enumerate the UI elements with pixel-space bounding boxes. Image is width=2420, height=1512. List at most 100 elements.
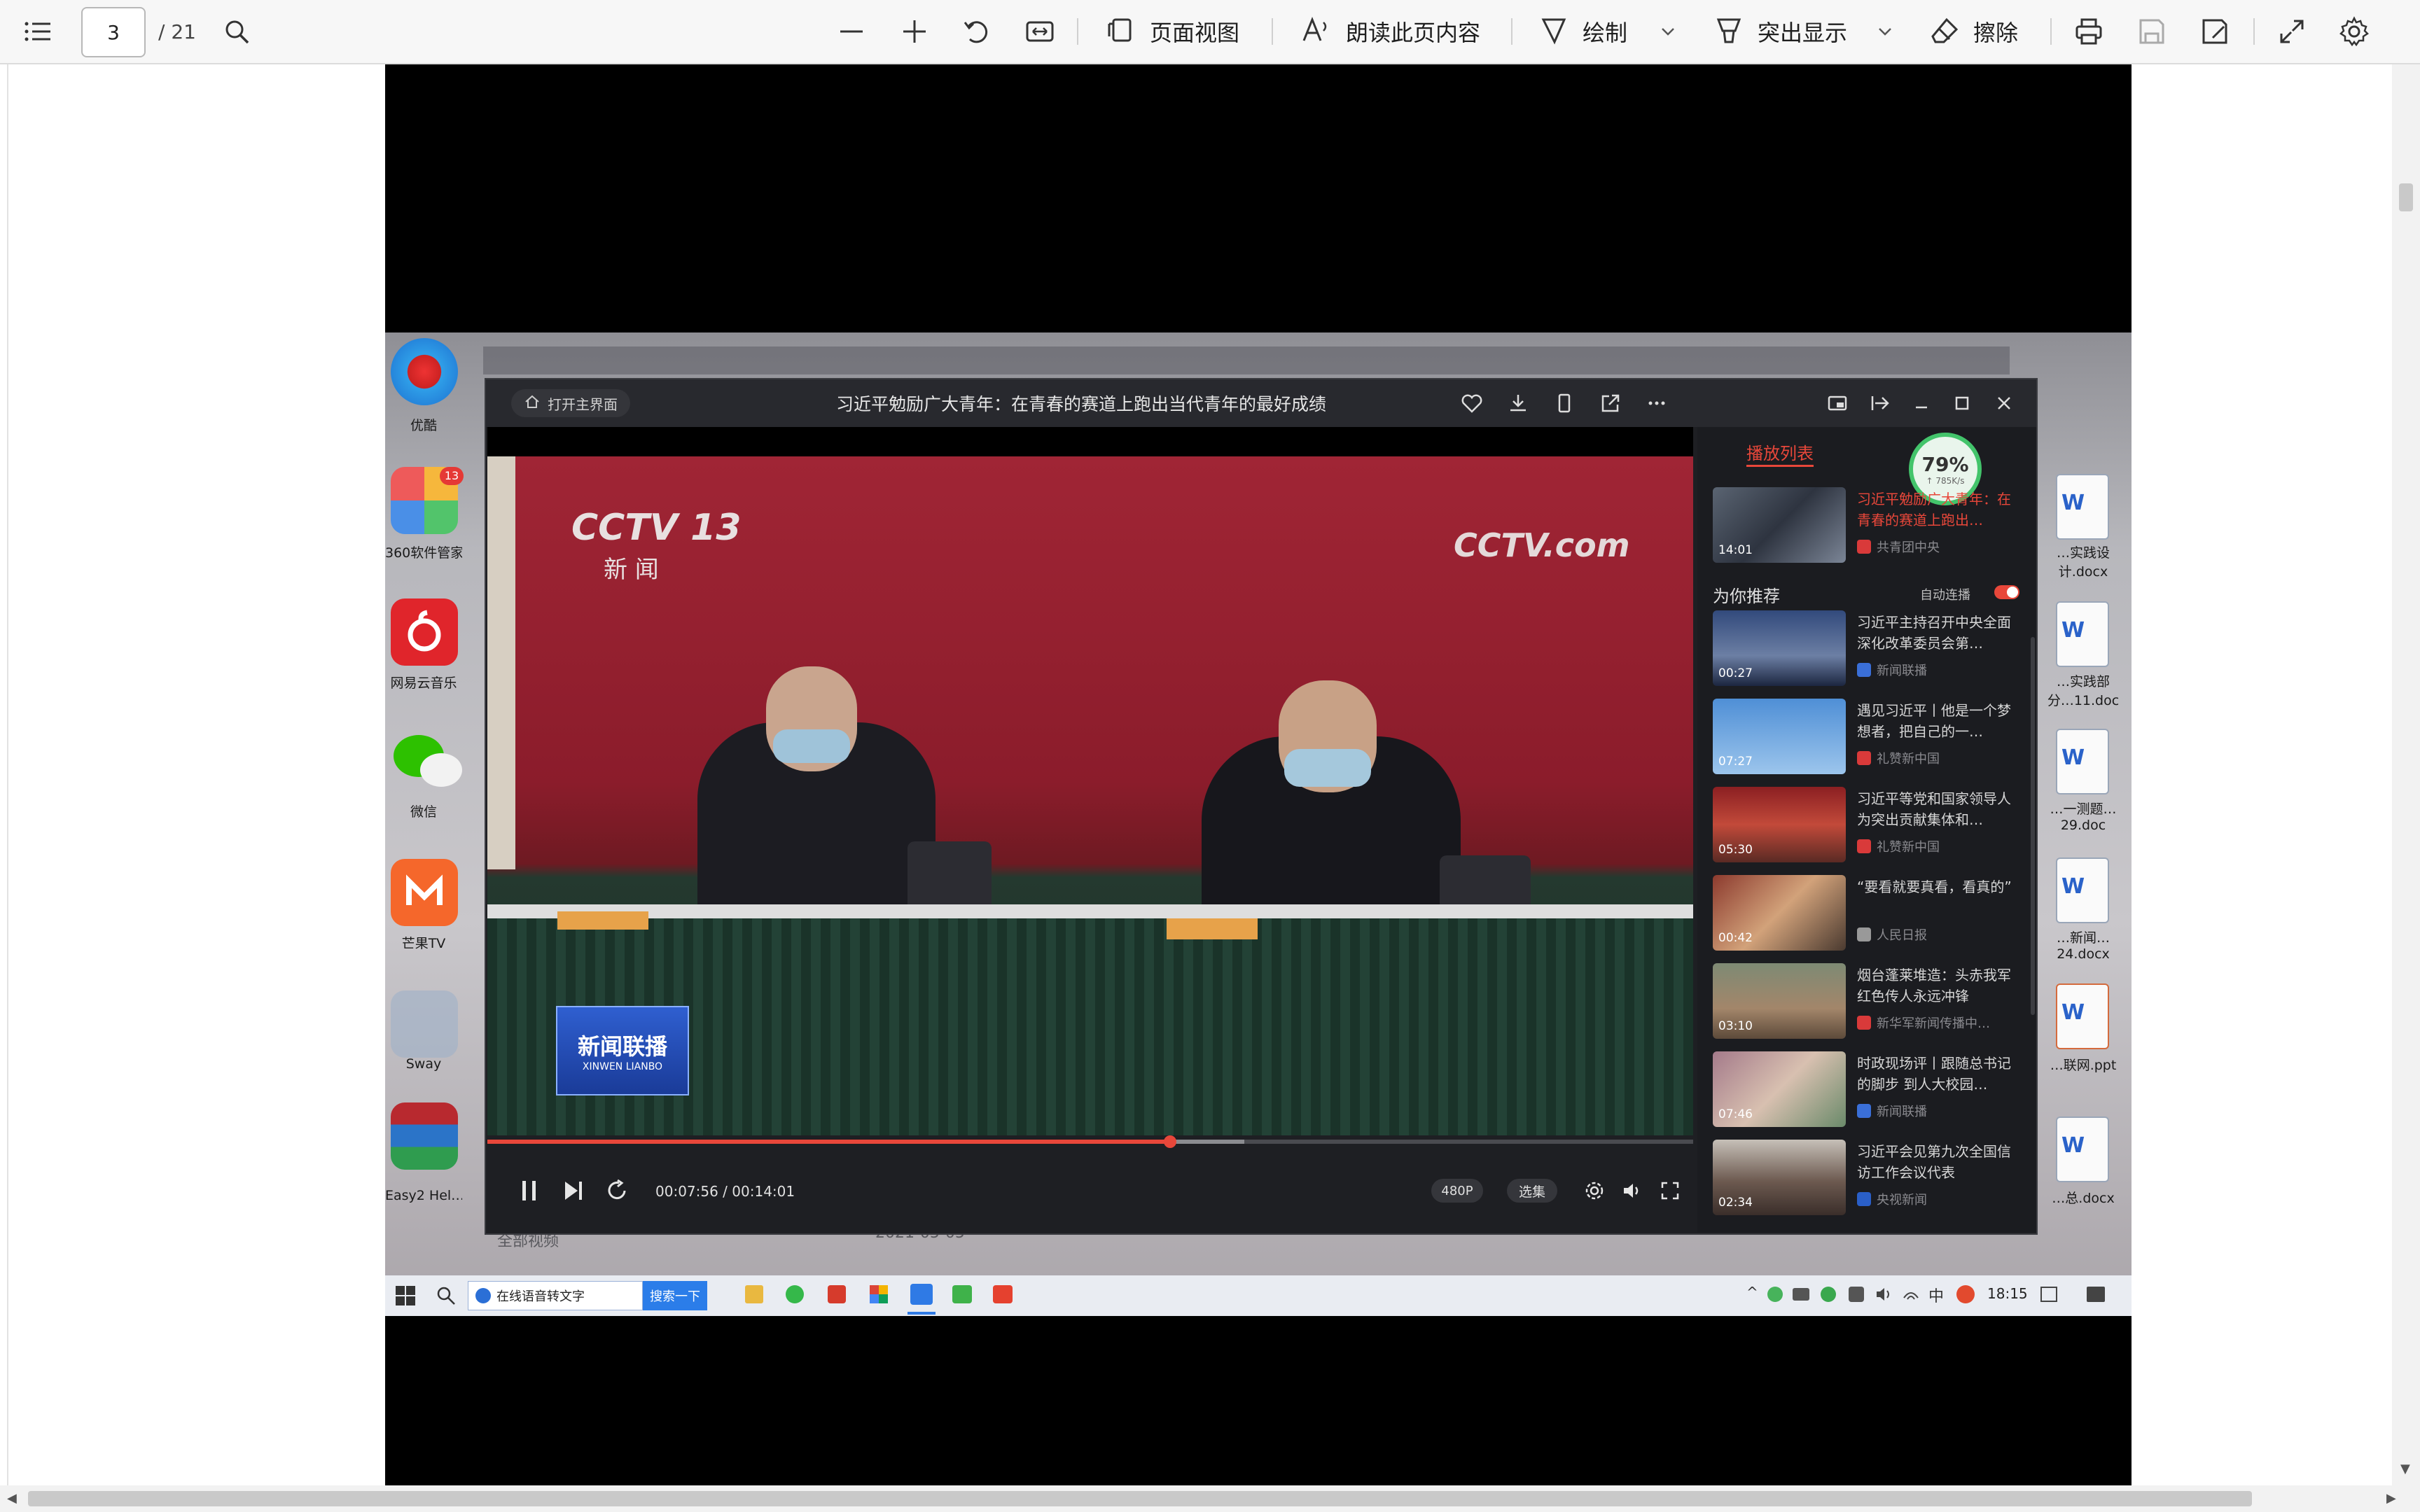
maximize-icon[interactable] [1951, 392, 1973, 417]
save-as-icon[interactable] [2200, 0, 2230, 63]
doc-file-icon[interactable] [2056, 729, 2109, 794]
sway-icon[interactable] [391, 990, 458, 1058]
read-aloud-button[interactable]: 朗读此页内容 [1301, 0, 1480, 63]
read-aloud-icon [1301, 15, 1332, 48]
docx-file-icon[interactable] [2056, 1116, 2109, 1182]
minimize-icon[interactable] [1910, 392, 1933, 417]
wechat-icon[interactable] [391, 728, 462, 795]
autoplay-toggle[interactable] [1994, 585, 2019, 599]
horizontal-scrollbar[interactable]: ◀ ▶ [0, 1485, 2420, 1512]
sidebar-scrollbar[interactable] [2031, 637, 2035, 1015]
scroll-down-arrow-icon[interactable]: ▼ [2400, 1462, 2410, 1476]
search-icon[interactable] [223, 0, 251, 63]
video-title: 习近平等党和国家领导人为突出贡献集体和… [1857, 790, 2011, 828]
taskbar-search-button[interactable]: 搜索一下 [643, 1281, 707, 1310]
recommend-item[interactable]: 03:10 烟台蓬莱堆造：头赤我军 红色传人永远冲锋 新华军新闻传播中… [1713, 963, 2028, 1039]
scroll-right-arrow-icon[interactable]: ▶ [2386, 1491, 2396, 1506]
speaker-icon[interactable] [1875, 1285, 1893, 1306]
horizontal-scroll-thumb[interactable] [28, 1491, 2252, 1506]
docx-file-icon[interactable] [2056, 474, 2109, 540]
app-icon[interactable] [952, 1285, 972, 1303]
youku-icon[interactable] [391, 338, 458, 405]
draw-button[interactable]: 绘制 [1539, 0, 1627, 63]
ime-icon[interactable]: 中 [1928, 1284, 1944, 1306]
tray-chevron-up-icon[interactable]: ^ [1746, 1284, 1758, 1301]
winrar-icon[interactable] [391, 1102, 458, 1170]
app-icon[interactable] [993, 1285, 1013, 1303]
zoom-out-icon[interactable] [837, 0, 865, 63]
doc-file-icon[interactable] [2056, 601, 2109, 667]
tray-icon[interactable] [1821, 1287, 1836, 1302]
taskbar-search-box[interactable]: 在线语音转文字 [468, 1281, 643, 1310]
playlist-item-current[interactable]: 14:01 习近平勉励广大青年：在青春的赛道上跑出… 共青团中央 [1713, 487, 2028, 563]
notification-center-icon[interactable] [2087, 1287, 2105, 1302]
table-edge [487, 904, 1693, 918]
tab-playlist[interactable]: 播放列表 [1746, 440, 1814, 464]
page-view-button[interactable]: 页面视图 [1106, 0, 1239, 63]
open-main-interface-button[interactable]: 打开主界面 [511, 389, 630, 417]
wifi-icon[interactable] [1902, 1285, 1920, 1306]
channel-subtitle: 新 闻 [604, 556, 659, 584]
pin-icon[interactable] [1868, 392, 1891, 417]
windows-start-icon[interactable] [395, 1285, 416, 1309]
rotate-icon[interactable] [962, 0, 992, 63]
share-icon[interactable] [1599, 392, 1622, 417]
picture-in-picture-icon[interactable] [1826, 392, 1849, 417]
recommend-item[interactable]: 00:27 习近平主持召开中央全面深化改革委员会第… 新闻联播 [1713, 610, 2028, 686]
desktop-label-netease: 网易云音乐 [390, 676, 457, 691]
app-grid-icon[interactable] [870, 1285, 888, 1303]
recommend-item[interactable]: 07:46 时政现场评丨跟随总书记的脚步 到人大校园… 新闻联播 [1713, 1051, 2028, 1127]
app-icon[interactable] [786, 1285, 804, 1303]
netease-music-icon[interactable] [391, 598, 458, 666]
tray-app-icon[interactable] [1956, 1285, 1975, 1303]
page-view-label: 页面视图 [1150, 20, 1240, 46]
recommend-item[interactable]: 05:30 习近平等党和国家领导人为突出贡献集体和… 礼赞新中国 [1713, 787, 2028, 862]
mango-tv-icon[interactable] [391, 859, 458, 926]
close-icon[interactable] [1993, 392, 2015, 417]
settings-gear-icon[interactable] [2339, 0, 2370, 63]
draw-dropdown-chevron-icon[interactable] [1660, 0, 1676, 63]
taskbar-search-icon[interactable] [436, 1285, 457, 1309]
active-app-icon[interactable] [910, 1284, 933, 1305]
player-settings-icon[interactable] [1584, 1180, 1605, 1204]
zoom-in-icon[interactable] [900, 0, 929, 63]
contents-icon[interactable] [22, 0, 53, 63]
highlight-button[interactable]: 突出显示 [1714, 0, 1847, 63]
recommend-item[interactable]: 02:34 习近平会见第九次全国信访工作会议代表 央视新闻 [1713, 1140, 2028, 1215]
tray-icon[interactable] [1793, 1288, 1809, 1301]
vertical-scrollbar[interactable]: ▼ [2392, 64, 2420, 1485]
fullscreen-icon[interactable] [2277, 0, 2307, 63]
episodes-button[interactable]: 选集 [1507, 1179, 1557, 1203]
ppt-file-icon[interactable] [2056, 983, 2109, 1049]
wps-icon[interactable] [828, 1285, 846, 1303]
progress-handle[interactable] [1163, 1135, 1176, 1148]
video-frame[interactable]: CCTV 13 新 闻 CCTV.com 新闻联播 XINWEN LIANBO [487, 456, 1693, 1135]
player-fullscreen-icon[interactable] [1660, 1180, 1681, 1204]
recommend-item[interactable]: 07:27 遇见习近平丨他是一个梦想者，把自己的一… 礼赞新中国 [1713, 699, 2028, 774]
more-icon[interactable] [1646, 392, 1668, 417]
tray-icon[interactable] [1767, 1287, 1783, 1302]
vertical-scroll-thumb[interactable] [2399, 183, 2413, 211]
recommend-heading: 为你推荐 [1713, 587, 1780, 606]
erase-button[interactable]: 擦除 [1930, 0, 2018, 63]
volume-icon[interactable] [1622, 1180, 1643, 1204]
show-desktop-icon[interactable] [2040, 1287, 2057, 1302]
fit-width-icon[interactable] [1025, 0, 1055, 63]
favorite-icon[interactable] [1461, 392, 1483, 417]
video-duration: 05:30 [1718, 843, 1753, 857]
download-icon[interactable] [1507, 392, 1529, 417]
tray-icon[interactable] [1849, 1287, 1864, 1302]
pause-icon[interactable] [518, 1179, 541, 1205]
file-explorer-icon[interactable] [745, 1285, 763, 1303]
next-icon[interactable] [562, 1179, 585, 1205]
scroll-left-arrow-icon[interactable]: ◀ [7, 1491, 17, 1506]
loop-icon[interactable] [605, 1179, 629, 1205]
mobile-icon[interactable] [1553, 392, 1576, 417]
home-icon [524, 393, 541, 413]
print-icon[interactable] [2074, 0, 2103, 63]
page-number-input[interactable]: 3 [81, 7, 146, 57]
highlight-dropdown-chevron-icon[interactable] [1877, 0, 1893, 63]
quality-button[interactable]: 480P [1431, 1179, 1483, 1203]
recommend-item[interactable]: 00:42 “要看就要真看，看真的” 人民日报 [1713, 875, 2028, 951]
docx-file-icon[interactable] [2056, 858, 2109, 923]
